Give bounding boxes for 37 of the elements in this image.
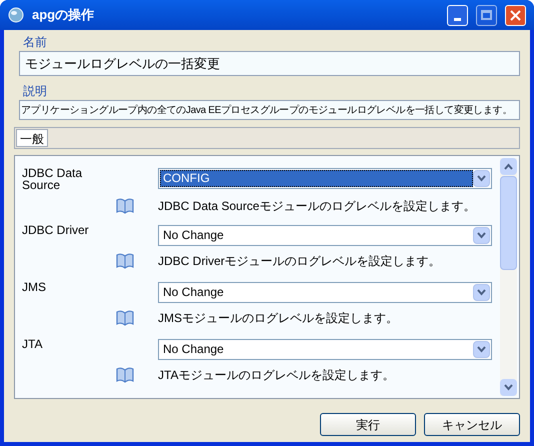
book-icon	[116, 198, 134, 214]
level-dropdown[interactable]: CONFIG	[158, 168, 492, 189]
help-text: JDBC Data Sourceモジュールのログレベルを設定します。	[158, 198, 476, 215]
scroll-thumb[interactable]	[500, 176, 517, 270]
dropdown-value: No Change	[162, 228, 225, 243]
help-text: JTAモジュールのログレベルを設定します。	[158, 367, 394, 384]
help-text: JDBC Driverモジュールのログレベルを設定します。	[158, 253, 441, 270]
scroll-up-icon[interactable]	[500, 158, 517, 175]
setting-label: JDBC Data Source	[22, 167, 84, 191]
field-label: 説明	[23, 84, 48, 98]
setting-label: JDBC Driver	[22, 224, 90, 236]
help-text: JMSモジュールのログレベルを設定します。	[158, 310, 398, 327]
dialog-button[interactable]: キャンセル	[424, 413, 520, 436]
dropdown-value: No Change	[162, 342, 225, 357]
maximize-button[interactable]	[476, 4, 497, 26]
field-label: 名前	[23, 35, 48, 49]
tab[interactable]: 一般	[16, 129, 48, 147]
globe-icon	[8, 7, 24, 23]
book-icon	[116, 367, 134, 383]
close-icon[interactable]	[510, 10, 521, 20]
setting-label: JTA	[22, 338, 44, 350]
dialog-button[interactable]: 実行	[320, 413, 416, 436]
scrollbar[interactable]	[500, 158, 517, 396]
dropdown-value: CONFIG	[160, 170, 473, 187]
name-field[interactable]: モジュールログレベルの一括変更	[19, 51, 520, 76]
dropdown-value: No Change	[162, 285, 225, 300]
level-dropdown[interactable]: No Change	[158, 282, 492, 303]
book-icon	[116, 310, 134, 326]
setting-label: JMS	[22, 281, 47, 293]
scroll-down-icon[interactable]	[500, 379, 517, 396]
minimize-button[interactable]	[447, 4, 468, 26]
level-dropdown[interactable]: No Change	[158, 225, 492, 246]
book-icon	[116, 253, 134, 269]
close-button[interactable]	[505, 4, 526, 26]
window-title: apgの操作	[32, 6, 94, 24]
description-field[interactable]: アプリケーショングループ内の全てのJava EEプロセスグループのモジュールログレベルを一括して変更します。	[19, 100, 520, 120]
level-dropdown[interactable]: No Change	[158, 339, 492, 360]
